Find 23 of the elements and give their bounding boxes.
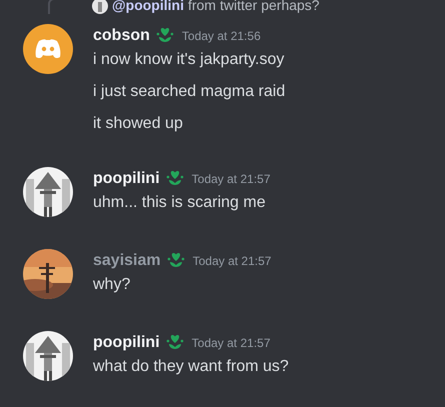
username[interactable]: poopilini (93, 167, 160, 191)
username[interactable]: poopilini (93, 331, 160, 355)
username[interactable]: cobson (93, 24, 150, 48)
leaf-heart-icon (156, 27, 174, 45)
message-text: what do they want from us? (93, 357, 289, 377)
avatar[interactable] (23, 24, 73, 74)
controller-icon (34, 38, 62, 60)
avatar-icon (92, 0, 108, 14)
message-text: i just searched magma raid (93, 82, 286, 102)
timestamp: Today at 21:57 (192, 171, 270, 188)
username[interactable]: sayisiam (93, 249, 161, 273)
leaf-heart-icon (166, 334, 184, 352)
message-text: why? (93, 275, 132, 295)
message-text: uhm... this is scaring me (93, 193, 266, 213)
reply-text: from twitter perhaps? (188, 0, 320, 15)
reply-mention[interactable]: @poopilini (112, 0, 184, 16)
message-text: i now know it's jakparty.soy (93, 50, 286, 70)
timestamp: Today at 21:56 (182, 28, 261, 45)
timestamp: Today at 21:57 (192, 253, 272, 270)
leaf-heart-icon (166, 252, 185, 270)
timestamp: Today at 21:57 (192, 335, 270, 352)
leaf-heart-icon (166, 170, 184, 188)
message-text: it showed up (93, 114, 184, 134)
